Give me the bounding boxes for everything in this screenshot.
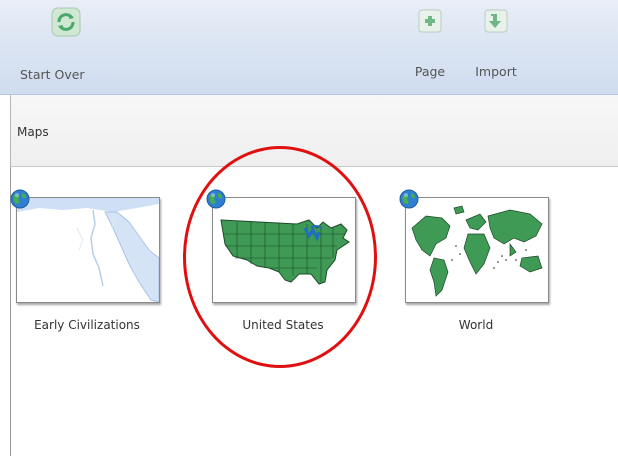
globe-icon — [206, 189, 226, 209]
globe-icon — [399, 189, 419, 209]
page-label: Page — [414, 64, 446, 79]
map-tile-label: World — [458, 318, 494, 332]
add-page-icon — [418, 9, 442, 33]
import-arrow-icon — [484, 9, 508, 33]
map-thumbnail — [212, 197, 356, 303]
section-title: Maps — [17, 125, 49, 139]
egypt-map-image — [17, 198, 160, 303]
us-map-image — [213, 198, 355, 302]
map-thumbnail — [16, 197, 160, 303]
refresh-icon — [51, 7, 81, 37]
globe-icon — [10, 189, 30, 209]
panel-border — [10, 167, 11, 456]
map-tile-early-civilizations[interactable]: Early Civilizations — [10, 189, 160, 345]
map-tile-label: United States — [242, 318, 324, 332]
start-over-label: Start Over — [20, 67, 85, 82]
toolbar: Start Over Page Import — [0, 0, 618, 95]
import-label: Import — [475, 64, 517, 79]
start-over-button[interactable]: Start Over — [14, 7, 94, 82]
maps-section-header: Maps — [10, 95, 618, 167]
map-thumbnail — [405, 197, 549, 303]
map-tile-united-states[interactable]: United States — [206, 189, 356, 345]
map-tile-world[interactable]: World — [399, 189, 549, 345]
page-button[interactable]: Page — [408, 8, 452, 79]
import-button[interactable]: Import — [468, 8, 524, 79]
world-map-image — [406, 198, 548, 302]
map-tile-label: Early Civilizations — [34, 318, 140, 332]
